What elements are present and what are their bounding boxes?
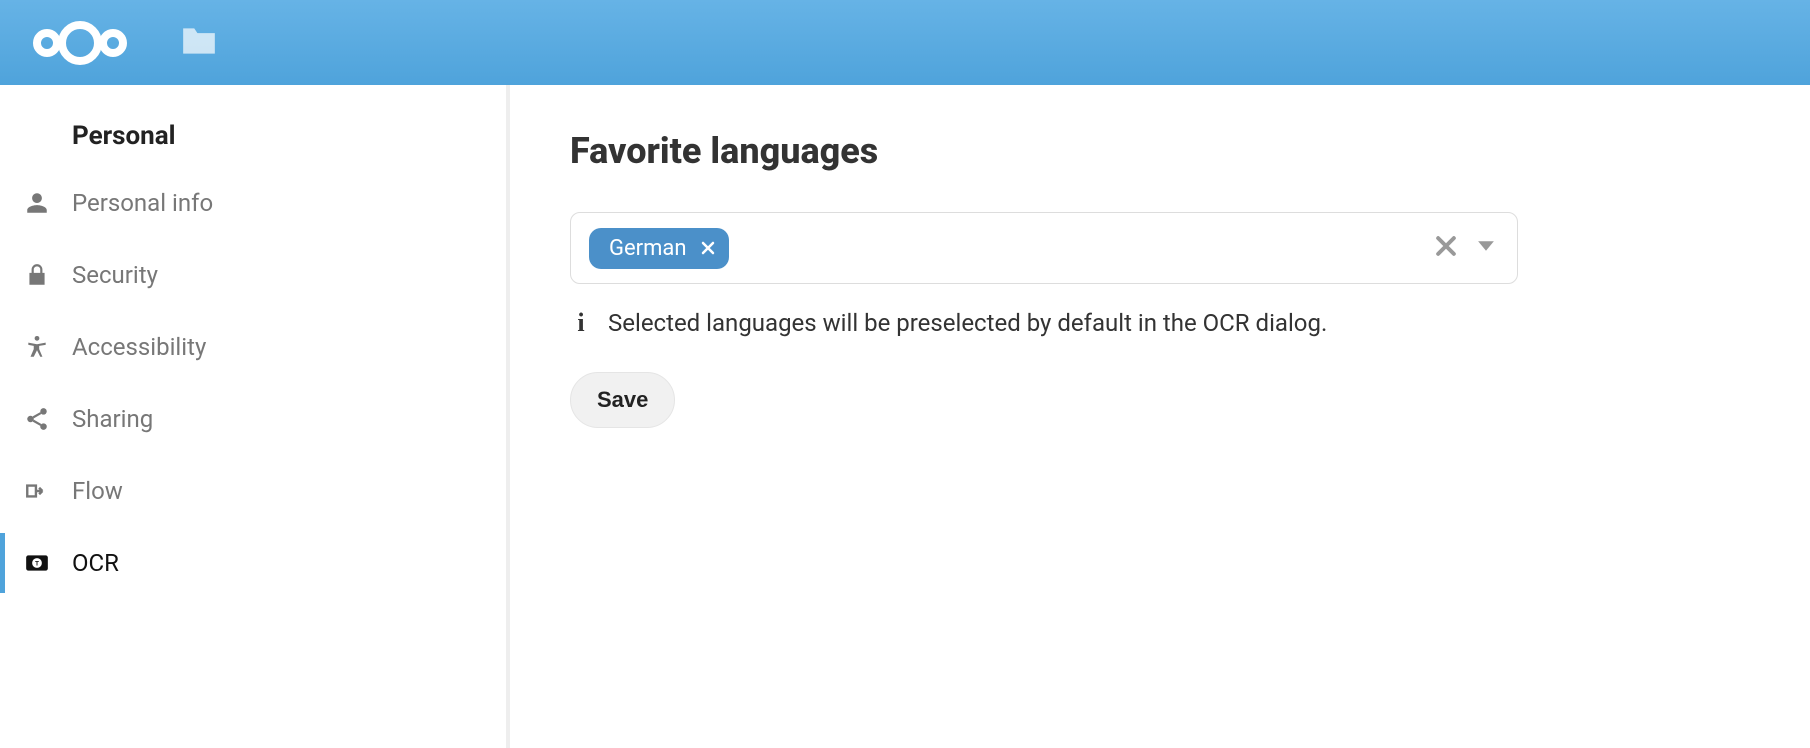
page-title: Favorite languages [570, 130, 1750, 172]
svg-text:T: T [35, 560, 39, 568]
info-icon: i [570, 308, 592, 338]
save-button[interactable]: Save [570, 372, 675, 428]
settings-sidebar: Personal Personal info Security Accessib… [0, 85, 510, 748]
sidebar-item-sharing[interactable]: Sharing [0, 383, 509, 455]
sidebar-item-personal-info[interactable]: Personal info [0, 167, 509, 239]
hint-text: Selected languages will be preselected b… [608, 309, 1327, 337]
hint-row: i Selected languages will be preselected… [570, 308, 1750, 338]
person-icon [20, 190, 54, 216]
sidebar-item-label: OCR [72, 549, 119, 577]
main-content: Favorite languages German i Selected lan… [506, 85, 1810, 748]
share-icon [20, 406, 54, 432]
dropdown-caret-icon[interactable] [1475, 235, 1497, 261]
sidebar-item-label: Accessibility [72, 333, 206, 361]
sidebar-item-ocr[interactable]: T OCR [0, 527, 509, 599]
ocr-icon: T [20, 550, 54, 576]
sidebar-item-security[interactable]: Security [0, 239, 509, 311]
sidebar-item-accessibility[interactable]: Accessibility [0, 311, 509, 383]
app-header [0, 0, 1810, 85]
sidebar-item-label: Security [72, 261, 158, 289]
sidebar-item-label: Sharing [72, 405, 153, 433]
sidebar-item-label: Personal info [72, 189, 213, 217]
chip-label: German [609, 236, 687, 261]
sidebar-heading: Personal [0, 105, 509, 167]
lock-icon [20, 262, 54, 288]
sidebar-item-label: Flow [72, 477, 123, 505]
language-multiselect[interactable]: German [570, 212, 1518, 284]
chip-remove-icon[interactable] [701, 241, 715, 255]
language-chip: German [589, 228, 729, 269]
accessibility-icon [20, 334, 54, 360]
flow-icon [20, 478, 54, 504]
nextcloud-logo[interactable] [30, 18, 130, 68]
clear-all-icon[interactable] [1435, 235, 1457, 261]
sidebar-item-flow[interactable]: Flow [0, 455, 509, 527]
files-icon[interactable] [180, 25, 218, 61]
